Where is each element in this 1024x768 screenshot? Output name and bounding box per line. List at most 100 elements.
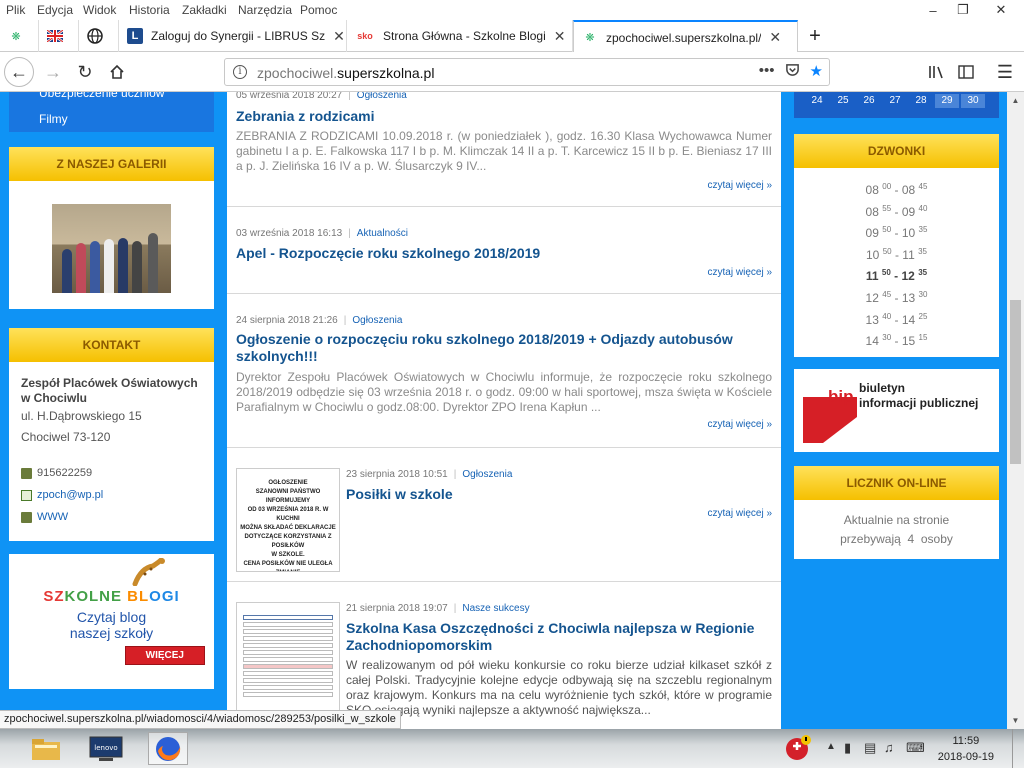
gallery-title: Z NASZEJ GALERII [9,147,214,181]
calendar-day[interactable]: 26 [857,94,881,108]
article-category[interactable]: Aktualności [357,228,408,239]
counter-title: LICZNIK ON-LINE [794,466,999,500]
tray-expand-icon[interactable]: ▲ [826,741,836,752]
security-alert-icon[interactable] [784,734,812,765]
counter-line-2: przebywają 4 osoby [840,532,953,546]
news-article: 03 września 2018 16:13 | Aktualności Apel … [227,207,781,294]
street-address: ul. H.Dąbrowskiego 15 [21,409,142,423]
bell-period: 08 55 - 09 40 [865,204,928,219]
close-tab-icon[interactable]: ✕ [554,28,566,45]
taskbar: lenovo ▲ ▮ ▤ ♫ ⌨ 11:59 2018-09-19 [0,729,1024,768]
article-title[interactable]: Apel - Rozpoczęcie roku szkolnego 2018/2… [236,245,540,262]
gallery-photo[interactable] [52,204,171,293]
minimize-icon[interactable]: – [918,0,948,20]
blogs-logo: SZKOLNE BLOGI [43,588,180,605]
calendar-day[interactable]: 28 [909,94,933,108]
article-category[interactable]: Nasze sukcesy [462,603,529,614]
tab-szkolne-blogi[interactable]: sko Strona Główna - Szkolne Blogi ✕ [347,20,573,52]
menu-zakladki[interactable]: Zakładki [182,3,227,17]
read-more-link[interactable]: czytaj więcej » [708,267,772,278]
bookmark-star-icon[interactable]: ★ [810,62,823,81]
article-title[interactable]: Szkolna Kasa Oszczędności z Chociwla naj… [346,620,772,654]
calendar-day-weekend[interactable]: 30 [961,94,985,108]
language-icon[interactable]: ⌨ [906,740,925,756]
menu-plik[interactable]: Plik [6,3,25,17]
sidebar-icon[interactable] [951,57,981,87]
librus-icon: L [127,28,143,44]
article-excerpt: ZEBRANIA Z RODZICAMI 10.09.2018 r. (w po… [236,129,772,173]
article-meta: 21 sierpnia 2018 19:07 | Nasze sukcesy [346,603,530,614]
read-more-link[interactable]: czytaj więcej » [708,419,772,430]
site-info-icon[interactable]: i [233,65,247,79]
system-clock[interactable]: 11:59 2018-09-19 [938,733,994,765]
network-icon[interactable]: ▤ [864,740,876,756]
page-actions-icon[interactable]: ••• [759,62,775,81]
article-thumbnail[interactable]: OGŁOSZENIE SZANOWNI PAŃSTWO INFORMUJEMY … [236,468,340,572]
article-title[interactable]: Ogłoszenie o rozpoczęciu roku szkolnego … [236,331,766,365]
calendar-day[interactable]: 24 [805,94,829,108]
article-thumbnail[interactable] [236,602,340,712]
volume-icon[interactable]: ♫ [884,740,894,755]
new-tab-icon[interactable]: + [800,20,830,52]
address-bar[interactable]: i zpochociwel.superszkolna.pl ••• ★ [224,58,830,86]
article-category[interactable]: Ogłoszenia [462,469,512,480]
online-counter-box: LICZNIK ON-LINE Aktualnie na stronie prz… [794,466,999,559]
navigation-bar: ← → ↻ i zpochociwel.superszkolna.pl ••• … [0,52,1024,92]
pocket-icon[interactable] [785,62,800,81]
show-desktop-button[interactable] [1012,729,1024,768]
school-blogs-banner[interactable]: SZKOLNE BLOGI Czytaj blog naszej szkoły … [9,554,214,689]
phone-number: 915622259 [37,467,93,479]
article-category[interactable]: Ogłoszenia [357,92,407,101]
restore-icon[interactable]: ❐ [948,0,978,20]
hamburger-menu-icon[interactable]: ☰ [990,57,1020,87]
close-tab-icon[interactable]: ✕ [333,28,345,45]
reload-icon[interactable]: ↻ [70,57,100,87]
news-article: OGŁOSZENIE SZANOWNI PAŃSTWO INFORMUJEMY … [227,448,781,582]
scroll-down-icon[interactable]: ▼ [1007,712,1024,729]
menu-widok[interactable]: Widok [83,3,116,17]
system-tray: ▲ ▮ ▤ ♫ ⌨ 11:59 2018-09-19 [764,729,1024,768]
bip-banner[interactable]: bip biuletyn informacji publicznej [794,369,999,452]
menu-narzedzia[interactable]: Narzędzia [238,3,292,17]
article-title[interactable]: Posiłki w szkole [346,486,453,503]
close-window-icon[interactable]: ✕ [978,0,1024,20]
forward-arrow-icon[interactable]: → [38,57,68,87]
calendar-day-weekend[interactable]: 29 [935,94,959,108]
library-icon[interactable] [922,57,952,87]
leaf-icon: ❋ [11,30,21,43]
tab-pinned-2[interactable] [39,20,79,52]
tab-librus[interactable]: L Zaloguj do Synergii - LIBRUS Sz ✕ [119,20,347,52]
calendar-day[interactable]: 25 [831,94,855,108]
read-more-link[interactable]: czytaj więcej » [708,180,772,191]
battery-icon[interactable]: ▮ [844,740,851,756]
lenovo-app-icon[interactable]: lenovo [86,732,126,765]
menu-link-films[interactable]: Filmy [39,112,68,126]
menu-link-insurance[interactable]: Ubezpieczenie uczniów [39,92,164,100]
close-tab-icon[interactable]: ✕ [769,29,781,46]
web-page: Ubezpieczenie uczniów Filmy Z NASZEJ GAL… [0,92,1024,729]
article-title[interactable]: Zebrania z rodzicami [236,108,374,125]
file-explorer-icon[interactable] [26,732,66,765]
news-article: 05 września 2018 20:27 | Ogłoszenia Zebran… [227,92,781,207]
calendar-day[interactable]: 27 [883,94,907,108]
tab-pinned-1[interactable]: ❋ [0,20,39,52]
article-category[interactable]: Ogłoszenia [352,315,402,326]
scroll-up-icon[interactable]: ▲ [1007,92,1024,109]
menu-edycja[interactable]: Edycja [37,3,73,17]
scrollbar-thumb[interactable] [1010,300,1021,464]
menu-historia[interactable]: Historia [129,3,170,17]
bip-text: biuletyn informacji publicznej [859,381,979,410]
back-arrow-icon[interactable]: ← [4,57,34,87]
firefox-icon[interactable] [148,732,188,765]
menu-pomoc[interactable]: Pomoc [300,3,337,17]
page-scrollbar[interactable]: ▲ ▼ [1007,92,1024,729]
email-link[interactable]: zpoch@wp.pl [37,489,103,501]
blogs-more-button[interactable]: WIĘCEJ [124,646,205,665]
bell-period: 08 00 - 08 45 [865,182,928,197]
www-link[interactable]: WWW [37,511,68,523]
blogs-tagline-1: Czytaj blog [76,609,147,625]
tab-pinned-3[interactable] [79,20,119,52]
tab-zpochociwel[interactable]: ❋ zpochociwel.superszkolna.pl/ ✕ [573,20,798,53]
home-icon[interactable] [102,57,132,87]
read-more-link[interactable]: czytaj więcej » [708,508,772,519]
